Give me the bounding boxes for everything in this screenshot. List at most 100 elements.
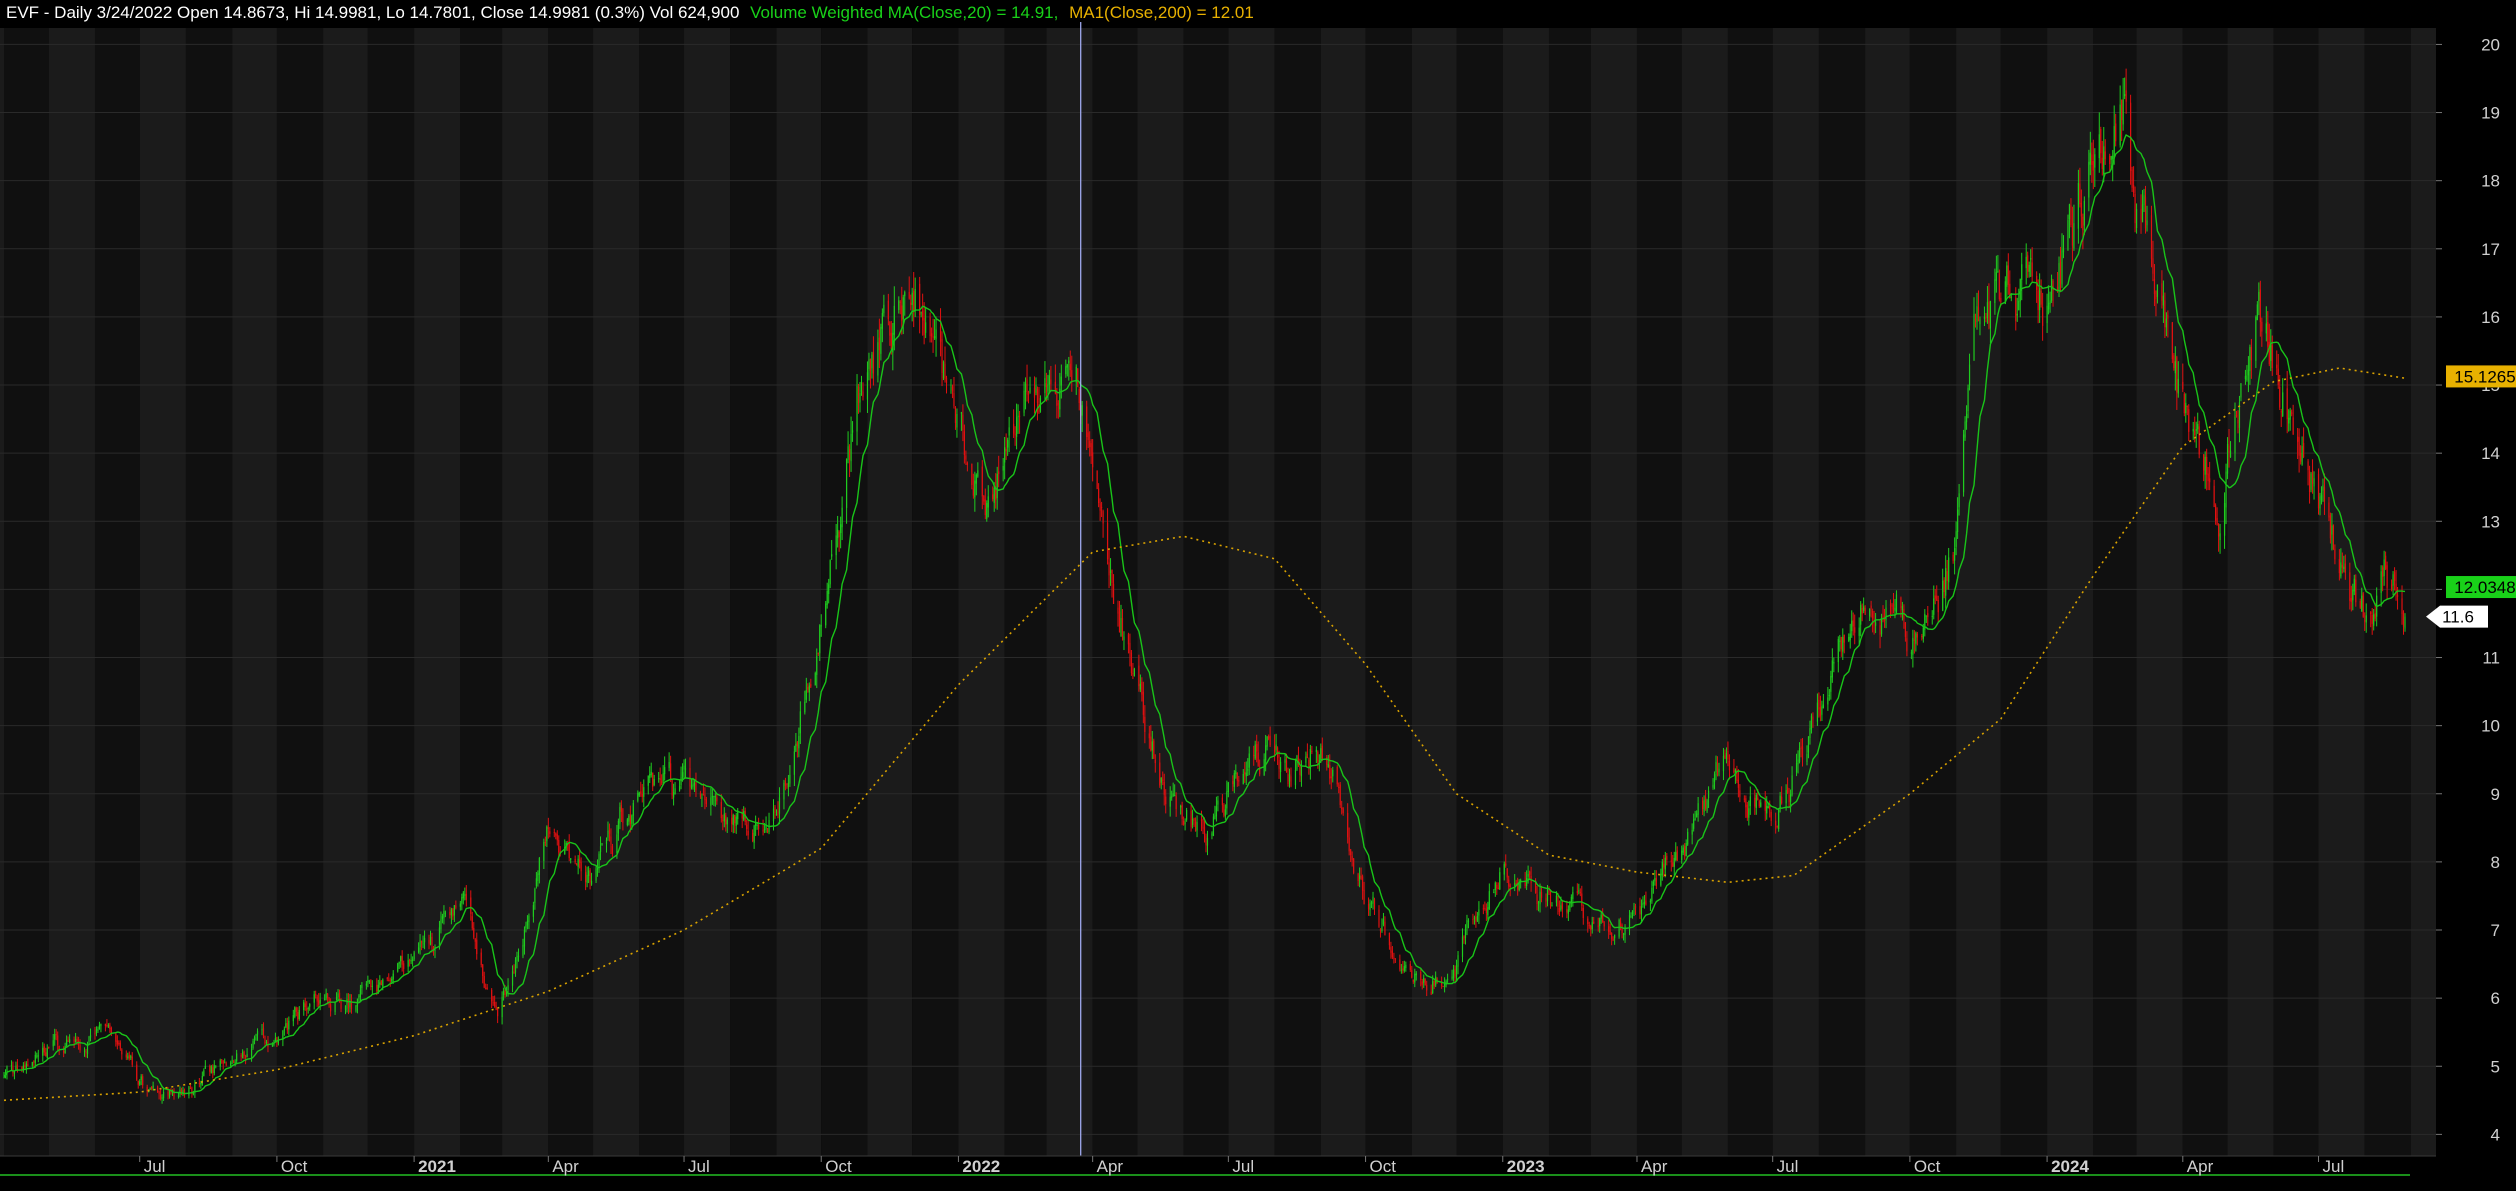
candle-body: [1754, 797, 1756, 807]
candle-body: [382, 979, 384, 987]
candle-body: [74, 1039, 77, 1043]
candle-body: [1848, 636, 1850, 641]
candle-body: [315, 994, 317, 996]
candle-body: [298, 1009, 300, 1020]
candle-body: [699, 792, 702, 797]
candle-body: [2162, 295, 2165, 306]
candle-body: [1432, 981, 1434, 994]
candle-body: [2359, 600, 2361, 608]
candle-body: [1727, 750, 1729, 760]
candle-body: [2276, 364, 2278, 369]
candle-body: [1320, 748, 1322, 761]
candle-body: [587, 870, 590, 876]
candle-body: [1060, 376, 1062, 386]
candle-body: [1767, 806, 1769, 809]
candle-body: [586, 874, 588, 884]
time-axis[interactable]: Jul Oct 2021 Apr Jul Oct 2022 Apr Jul Oct 2023 Apr J…: [139, 1156, 2345, 1176]
candle-body: [2068, 204, 2071, 220]
candle-body: [1861, 607, 1863, 614]
candle-body: [97, 1029, 99, 1031]
candle-body: [409, 960, 411, 962]
candle-body: [2286, 388, 2288, 420]
candle-body: [923, 318, 925, 335]
candle-body: [306, 1008, 308, 1011]
candle-body: [2215, 505, 2217, 521]
candle-body: [678, 786, 681, 791]
candle-body: [1943, 579, 1945, 593]
month-band: [958, 28, 1005, 1156]
candle-body: [1165, 796, 1167, 805]
candle-body: [1697, 803, 1699, 815]
candle-body: [440, 919, 442, 930]
candle-body: [522, 944, 524, 957]
candle-body: [31, 1062, 33, 1066]
candle-body: [953, 393, 955, 407]
stock-chart[interactable]: 4567891011121314151617181920 JulOct2021A…: [0, 0, 2516, 1191]
candle-body: [1611, 932, 1613, 939]
candle-body: [1382, 919, 1385, 925]
candle-body: [1758, 801, 1760, 807]
candle-body: [1745, 798, 1747, 808]
candle-body: [462, 892, 464, 899]
candle-body: [1360, 875, 1362, 879]
candle-body: [2155, 290, 2157, 300]
candle-body: [1977, 307, 1980, 322]
month-band: [323, 28, 368, 1156]
candle-body: [1973, 313, 1975, 361]
candle-body: [511, 971, 514, 986]
candle-body: [954, 407, 957, 423]
x-tick-label: Apr: [1641, 1157, 1668, 1176]
month-band: [2273, 28, 2319, 1156]
candle-body: [2332, 525, 2335, 549]
candle-body: [1622, 933, 1625, 936]
x-tick-label: Jul: [1232, 1157, 1254, 1176]
candle-body: [987, 496, 989, 508]
candle-body: [2385, 555, 2387, 569]
candle-body: [1484, 907, 1486, 909]
candle-body: [1196, 822, 1198, 831]
candle-body: [2073, 223, 2075, 249]
candle-body: [76, 1038, 78, 1042]
candle-body: [1946, 571, 1948, 582]
candle-body: [2058, 263, 2060, 290]
candle-body: [684, 768, 687, 770]
candle-body: [1232, 781, 1234, 785]
candle-body: [877, 342, 879, 376]
month-band: [2182, 28, 2228, 1156]
candle-body: [319, 999, 321, 1004]
candle-body: [1986, 302, 1989, 319]
candle-body: [1557, 896, 1559, 907]
month-band: [48, 28, 95, 1156]
candle-body: [1186, 809, 1188, 820]
candle-body: [42, 1047, 44, 1056]
candle-body: [1989, 300, 1992, 329]
y-tick-label: 18: [2481, 172, 2500, 191]
candle-body: [104, 1023, 107, 1026]
candle-body: [398, 961, 400, 964]
candle-body: [2153, 278, 2156, 295]
month-band: [776, 28, 822, 1156]
month-band: [414, 28, 461, 1156]
candle-body: [443, 910, 445, 918]
candle-body: [1370, 902, 1373, 904]
candle-body: [1087, 432, 1089, 440]
candle-body: [720, 802, 722, 819]
candle-body: [869, 358, 872, 371]
candle-body: [325, 993, 327, 999]
candle-body: [951, 386, 954, 391]
month-band: [502, 28, 549, 1156]
candle-body: [130, 1056, 132, 1058]
candle-body: [796, 742, 798, 747]
candle-body: [1588, 925, 1590, 927]
x-tick-label: Oct: [1370, 1157, 1397, 1176]
candle-body: [674, 788, 676, 795]
month-band: [1137, 28, 1184, 1156]
candle-body: [465, 893, 467, 900]
candle-body: [474, 939, 476, 942]
candle-body: [1015, 417, 1018, 437]
candle-body: [1974, 318, 1977, 320]
candle-body: [2371, 614, 2373, 624]
candle-body: [1621, 924, 1623, 934]
candle-body: [2037, 290, 2039, 311]
candle-body: [1922, 627, 1924, 639]
